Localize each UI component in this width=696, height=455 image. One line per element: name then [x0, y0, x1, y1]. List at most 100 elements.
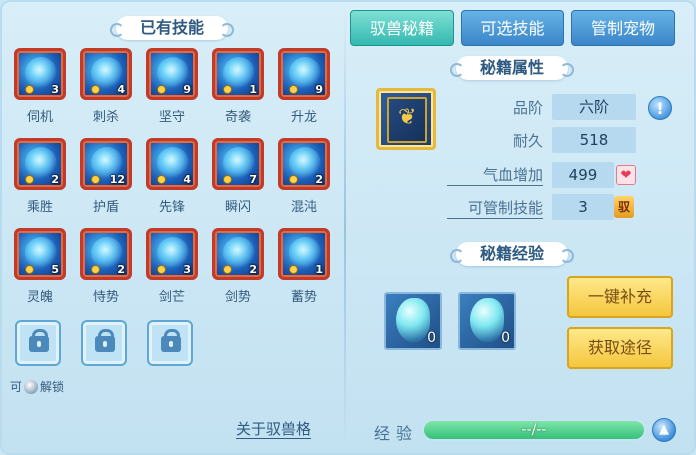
skill-count: 2	[51, 173, 59, 186]
locked-slot-3[interactable]	[147, 320, 193, 366]
skill-slot[interactable]: 9 升龙	[278, 48, 330, 125]
exp-item-1[interactable]: 0	[384, 292, 442, 350]
skill-count: 9	[183, 83, 191, 96]
unlock-hint-prefix: 可	[10, 380, 23, 394]
skill-slot[interactable]: 5 灵魄	[14, 228, 66, 305]
unlock-hint-suffix: 解锁	[40, 380, 65, 394]
control-skills-label[interactable]: 可管制技能	[447, 197, 543, 219]
skill-slot[interactable]: 1 蓄势	[278, 228, 330, 305]
skill-slot[interactable]: 2 混沌	[278, 138, 330, 215]
info-icon[interactable]: !	[648, 96, 672, 120]
durability-value: 518	[552, 127, 636, 153]
spirit-horse-icon	[470, 298, 504, 342]
skill-icon: 2	[212, 228, 264, 280]
skill-icon: 7	[212, 138, 264, 190]
hp-bonus-value: 499	[552, 162, 614, 188]
tame-badge-icon: 驭	[614, 196, 634, 218]
skill-slot[interactable]: 1 奇袭	[212, 48, 264, 125]
skill-count: 3	[51, 83, 59, 96]
locked-slot-2[interactable]	[81, 320, 127, 366]
exp-label: 经验	[374, 424, 419, 443]
panel-divider	[344, 8, 346, 448]
skill-slot[interactable]: 3 剑芒	[146, 228, 198, 305]
skill-count: 7	[249, 173, 257, 186]
paw-icon	[157, 175, 166, 184]
skill-slot[interactable]: 2 剑势	[212, 228, 264, 305]
lock-icon	[161, 329, 181, 352]
paw-icon	[157, 85, 166, 94]
skill-icon: 2	[278, 138, 330, 190]
grade-value: 六阶	[552, 94, 636, 120]
skill-count: 3	[183, 263, 191, 276]
grade-label: 品阶	[512, 99, 543, 117]
skill-name: 护盾	[92, 200, 119, 215]
paw-icon	[25, 265, 34, 274]
skill-count: 4	[117, 83, 125, 96]
paw-icon	[223, 175, 232, 184]
skill-icon: 4	[80, 48, 132, 100]
paw-icon	[91, 175, 100, 184]
tab-beast-book[interactable]: 驭兽秘籍	[350, 10, 454, 46]
paw-icon	[223, 265, 232, 274]
refill-all-button[interactable]: 一键补充	[567, 276, 673, 318]
skill-icon: 3	[146, 228, 198, 280]
book-icon[interactable]	[376, 88, 436, 150]
exp-progress-bar: --/--	[422, 419, 646, 441]
skill-name: 混沌	[290, 200, 317, 215]
skill-slot[interactable]: 3 伺机	[14, 48, 66, 125]
lock-icon	[29, 329, 49, 352]
skill-slot[interactable]: 4 刺杀	[80, 48, 132, 125]
skill-slot[interactable]: 7 瞬闪	[212, 138, 264, 215]
skill-name: 坚守	[158, 110, 185, 125]
skill-icon: 9	[146, 48, 198, 100]
paw-icon	[91, 85, 100, 94]
skill-count: 9	[315, 83, 323, 96]
durability-label: 耐久	[512, 132, 543, 150]
tab-manage-pets[interactable]: 管制宠物	[571, 10, 675, 46]
skill-slot[interactable]: 4 先锋	[146, 138, 198, 215]
skill-count: 2	[315, 173, 323, 186]
skill-count: 1	[315, 263, 323, 276]
locked-slot-1[interactable]	[15, 320, 61, 366]
paw-icon	[25, 175, 34, 184]
hp-bonus-label[interactable]: 气血增加	[447, 164, 543, 186]
skill-count: 1	[249, 83, 257, 96]
skill-count: 2	[249, 263, 257, 276]
skill-name: 灵魄	[26, 290, 53, 305]
skill-name: 升龙	[290, 110, 317, 125]
skill-name: 恃势	[92, 290, 119, 305]
skill-icon: 4	[146, 138, 198, 190]
exp-item-2[interactable]: 0	[458, 292, 516, 350]
skill-slot[interactable]: 2 乘胜	[14, 138, 66, 215]
skill-name: 蓄势	[290, 290, 317, 305]
up-arrow-icon[interactable]: ▲	[652, 418, 676, 442]
control-skills-value: 3	[552, 194, 614, 220]
skill-icon: 2	[14, 138, 66, 190]
skill-icon: 9	[278, 48, 330, 100]
skill-name: 奇袭	[224, 110, 251, 125]
skill-slot[interactable]: 2 恃势	[80, 228, 132, 305]
skill-slot[interactable]: 9 坚守	[146, 48, 198, 125]
book-emblem	[387, 97, 427, 143]
get-source-button[interactable]: 获取途径	[567, 327, 673, 369]
skill-count: 4	[183, 173, 191, 186]
tab-optional-skills[interactable]: 可选技能	[461, 10, 564, 46]
owned-skills-header: 已有技能	[110, 16, 234, 40]
exp-item-count: 0	[427, 330, 436, 346]
heart-icon: ❤	[616, 165, 636, 185]
book-attributes-header: 秘籍属性	[450, 56, 574, 80]
skill-name: 刺杀	[92, 110, 119, 125]
skill-icon: 2	[80, 228, 132, 280]
skill-name: 瞬闪	[224, 200, 251, 215]
skill-icon: 1	[278, 228, 330, 280]
skill-name: 先锋	[158, 200, 185, 215]
skill-icon: 1	[212, 48, 264, 100]
paw-icon	[289, 85, 298, 94]
skill-slot[interactable]: 12 护盾	[80, 138, 132, 215]
skill-icon: 5	[14, 228, 66, 280]
skill-count: 2	[117, 263, 125, 276]
skill-count: 12	[109, 173, 125, 186]
skill-icon: 12	[80, 138, 132, 190]
unlock-hint: 可 解锁	[10, 378, 64, 395]
about-beast-slot-link[interactable]: 关于驭兽格	[236, 420, 312, 439]
